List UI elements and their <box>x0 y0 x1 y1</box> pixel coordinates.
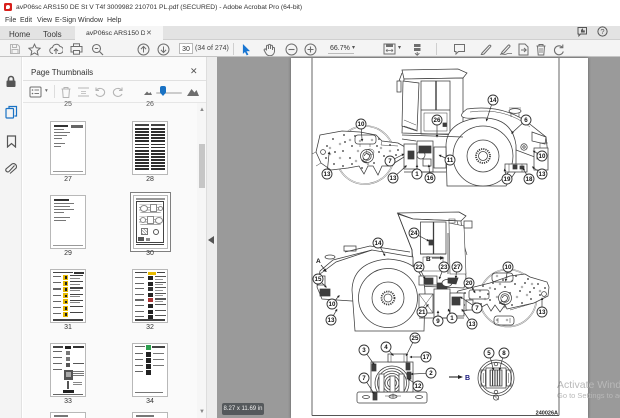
svg-text:4: 4 <box>384 344 388 351</box>
svg-text:10: 10 <box>505 264 512 271</box>
svg-text:12: 12 <box>415 383 422 390</box>
svg-text:7: 7 <box>475 305 479 312</box>
svg-text:14: 14 <box>490 97 497 104</box>
svg-text:B: B <box>465 375 470 382</box>
svg-text:3: 3 <box>362 347 366 354</box>
svg-text:18: 18 <box>526 176 533 183</box>
svg-text:7: 7 <box>362 375 366 382</box>
svg-text:13: 13 <box>324 171 331 178</box>
svg-text:1: 1 <box>450 315 454 322</box>
svg-text:2: 2 <box>429 370 433 377</box>
svg-text:23: 23 <box>441 264 448 271</box>
svg-text:A: A <box>316 258 321 265</box>
svg-text:6: 6 <box>524 117 528 124</box>
svg-text:13: 13 <box>390 175 397 182</box>
svg-text:14: 14 <box>375 240 382 247</box>
svg-text:17: 17 <box>423 354 430 361</box>
svg-text:1: 1 <box>415 171 419 178</box>
svg-text:5: 5 <box>487 350 491 357</box>
svg-text:26: 26 <box>434 117 441 124</box>
svg-text:11: 11 <box>447 157 454 164</box>
svg-text:13: 13 <box>539 309 546 316</box>
svg-text:B: B <box>426 256 431 263</box>
svg-text:20: 20 <box>466 280 473 287</box>
svg-text:240026A: 240026A <box>536 411 558 417</box>
svg-text:24: 24 <box>411 230 418 237</box>
svg-text:8: 8 <box>502 350 506 357</box>
svg-text:13: 13 <box>328 317 335 324</box>
svg-text:25: 25 <box>412 335 419 342</box>
svg-text:13: 13 <box>539 171 546 178</box>
svg-text:7: 7 <box>388 158 392 165</box>
svg-text:10: 10 <box>329 301 336 308</box>
svg-text:15: 15 <box>315 276 322 283</box>
svg-text:13: 13 <box>469 321 476 328</box>
svg-text:10: 10 <box>358 121 365 128</box>
svg-text:10: 10 <box>539 153 546 160</box>
svg-text:27: 27 <box>454 264 461 271</box>
svg-text:19: 19 <box>504 176 511 183</box>
svg-text:9: 9 <box>436 318 440 325</box>
svg-text:22: 22 <box>416 264 423 271</box>
svg-text:16: 16 <box>427 175 434 182</box>
svg-text:21: 21 <box>419 309 426 316</box>
